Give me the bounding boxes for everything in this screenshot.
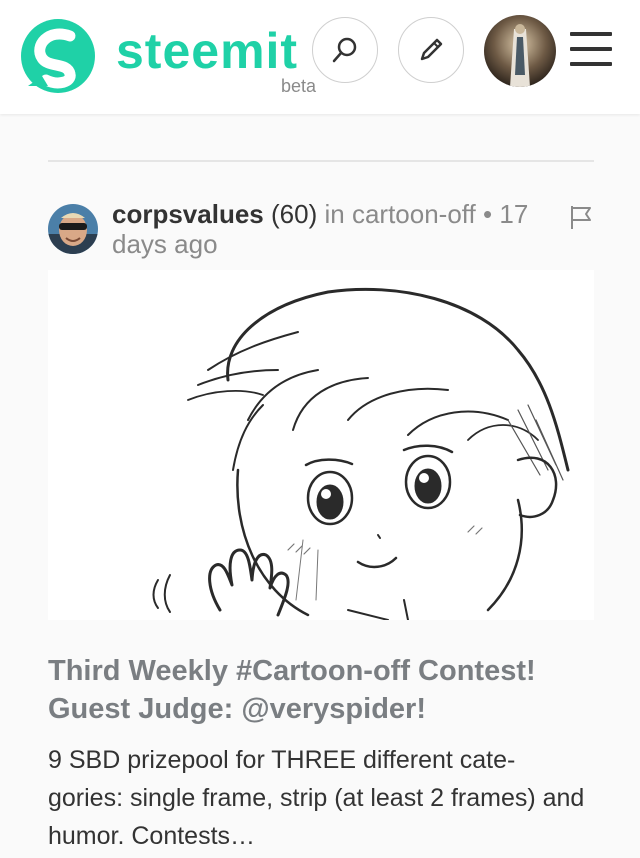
top-header: steemit beta	[0, 0, 640, 114]
cartoon-boy-waving-sketch	[152, 287, 570, 620]
category-link[interactable]: cartoon-off	[352, 199, 476, 229]
hamburger-line	[570, 62, 612, 66]
author-link[interactable]: corpsvalues	[112, 199, 264, 229]
pencil-icon	[420, 38, 443, 61]
search-icon	[332, 37, 357, 63]
hamburger-line	[570, 47, 612, 51]
beta-badge: beta	[281, 76, 317, 96]
steemit-logo-icon[interactable]	[18, 16, 98, 96]
post-title[interactable]: Third Weekly #Cartoon-off Contest! Guest…	[48, 652, 608, 728]
category-prefix: in	[324, 199, 345, 229]
post-thumbnail[interactable]	[48, 270, 594, 620]
menu-button[interactable]	[570, 30, 612, 68]
search-button[interactable]	[312, 17, 378, 83]
logo-text[interactable]: steemit	[116, 24, 298, 78]
compose-button[interactable]	[398, 17, 464, 83]
author-reputation: (60)	[270, 199, 318, 229]
user-avatar[interactable]	[484, 15, 556, 87]
author-avatar[interactable]	[48, 204, 98, 254]
meta-separator: •	[483, 199, 493, 229]
post-excerpt[interactable]: 9 SBD prizepool for THREE different cate…	[48, 741, 588, 855]
hamburger-menu-icon	[570, 32, 612, 36]
post-meta: corpsvalues (60) in cartoon-off • 17 day…	[112, 199, 572, 259]
content-divider	[48, 160, 594, 162]
author-avatar-image	[48, 204, 98, 254]
flag-icon[interactable]	[569, 204, 593, 230]
avatar-image	[484, 15, 556, 87]
